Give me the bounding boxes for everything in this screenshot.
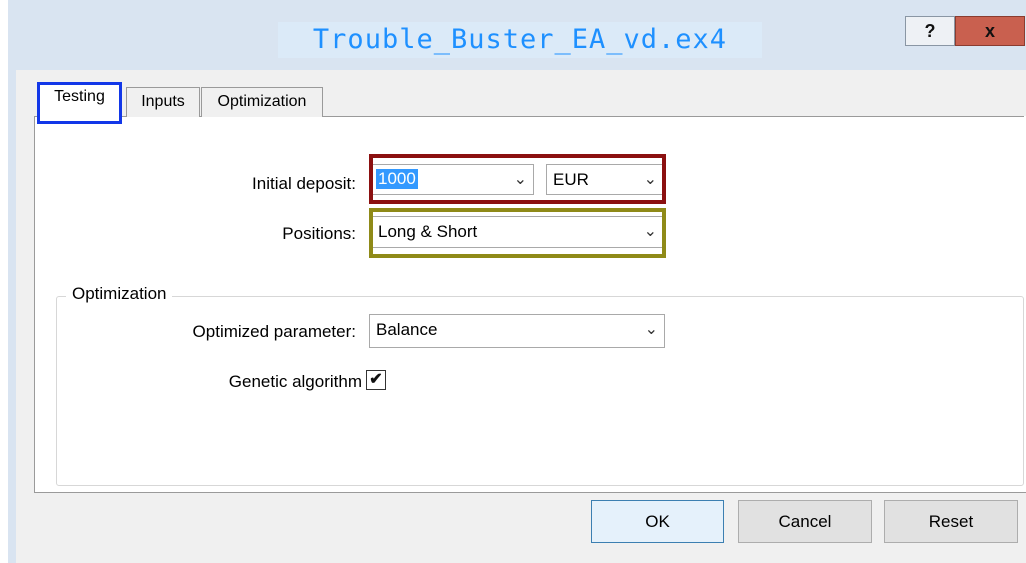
optimization-group-title: Optimization <box>66 284 173 304</box>
positions-highlight-box <box>369 208 666 258</box>
ok-button[interactable]: OK <box>591 500 724 543</box>
tab-testing[interactable]: Testing <box>37 82 122 124</box>
window-title: Trouble_Buster_EA_vd.ex4 <box>312 24 728 55</box>
deposit-highlight-box <box>369 154 666 204</box>
genetic-algorithm-label: Genetic algorithm <box>228 372 362 391</box>
genetic-algorithm-checkbox[interactable]: ✔ <box>366 370 386 390</box>
initial-deposit-label: Initial deposit: <box>252 174 356 193</box>
optimized-parameter-label: Optimized parameter: <box>192 322 356 341</box>
optimized-parameter-value: Balance <box>376 320 438 339</box>
optimized-parameter-combo[interactable]: Balance ⌄ <box>369 314 665 348</box>
close-button[interactable]: x <box>955 16 1025 46</box>
help-button[interactable]: ? <box>905 16 955 46</box>
tab-inputs[interactable]: Inputs <box>126 87 200 117</box>
reset-button[interactable]: Reset <box>884 500 1018 543</box>
positions-label: Positions: <box>282 224 356 243</box>
chevron-down-icon[interactable]: ⌄ <box>645 319 658 339</box>
cancel-button[interactable]: Cancel <box>738 500 872 543</box>
tab-optimization[interactable]: Optimization <box>201 87 323 117</box>
